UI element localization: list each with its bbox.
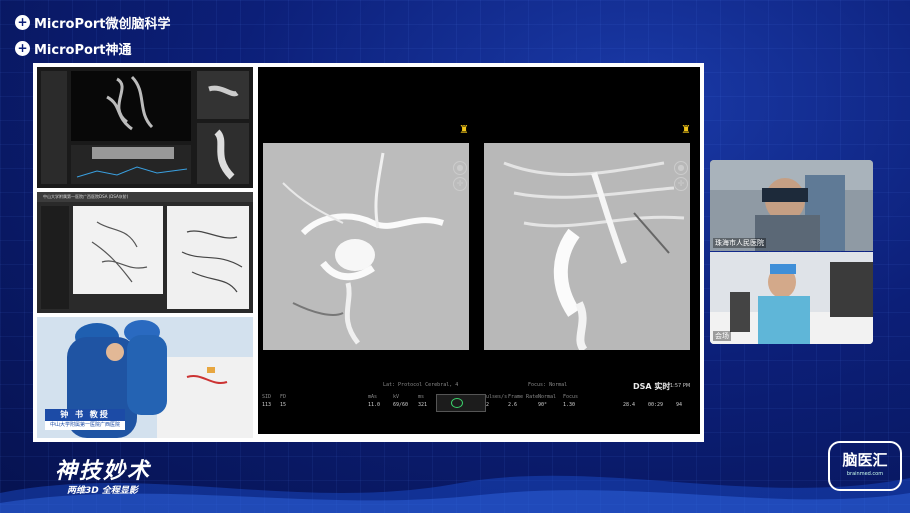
camera-label-venue: 会场: [713, 331, 731, 341]
surgeon-caption: 钟 书 教授 中山大学附属第一医院广西医院: [45, 409, 125, 433]
dsa-main-view[interactable]: ♜ ♜ ● ✛ ● ✛ Lat: Protocol Cerebral, 4 Fo…: [258, 67, 700, 434]
status-field: Frame Rate: [508, 394, 539, 400]
show-title: 神技妙术: [55, 459, 152, 484]
status-field: Pulses/s: [483, 394, 508, 400]
visibility-icon[interactable]: ●: [453, 161, 467, 175]
naoyihui-logo: 脑医汇 brainmed.com: [828, 441, 902, 491]
status-value: 69/60: [393, 402, 409, 408]
status-value: 28.4: [623, 402, 636, 408]
thumbnail-3d-workstation[interactable]: [37, 67, 253, 188]
angiogram-left[interactable]: ● ✛: [263, 143, 469, 350]
status-field: ms: [418, 394, 425, 400]
status-indicator-icon: [451, 398, 463, 408]
camera-feed-venue-image: [710, 252, 873, 344]
camera-label-zhuhai: 珠海市人民医院: [713, 238, 766, 248]
naoyihui-title: 脑医汇: [842, 451, 888, 469]
status-value: 90°: [538, 402, 548, 408]
brand-microport-shentong: + MicroPort神通: [15, 39, 132, 58]
status-field: SID: [262, 394, 272, 400]
status-value: 94: [676, 402, 683, 408]
status-value: 113: [262, 402, 272, 408]
workstation-screen-image: [37, 67, 253, 188]
dsa-capture-image: [37, 192, 253, 313]
brand-line1: MicroPort微创脑科学: [34, 17, 171, 32]
status-control-group[interactable]: [436, 394, 486, 412]
move-icon[interactable]: ✛: [453, 177, 467, 191]
reference-marker-icon: ♜: [681, 123, 691, 136]
brand-microport-brain: + MicroPort微创脑科学: [15, 13, 171, 32]
thumbnail-operating-room[interactable]: 钟 书 教授 中山大学附属第一医院广西医院: [37, 317, 253, 438]
surgeon-org: 中山大学附属第一医院广西医院: [45, 421, 125, 430]
status-field: FD: [280, 394, 287, 400]
naoyihui-url: brainmed.com: [846, 471, 884, 477]
main-broadcast-frame: 中山大学附属第一医院广西医院DSA (DSA灰阶) 钟 书 教授 中山大学附属第…: [33, 63, 704, 442]
angiogram-left-image: [263, 143, 469, 350]
dsa-mode-label: DSA 实时: [633, 382, 671, 391]
angiogram-right[interactable]: ● ✛: [484, 143, 690, 350]
dsa-capture-header: 中山大学附属第一医院广西医院DSA (DSA灰阶): [43, 194, 129, 199]
status-field: Normal: [538, 394, 557, 400]
surgeon-name: 钟 书 教授: [45, 409, 125, 421]
brand-line2: MicroPort神通: [34, 43, 132, 58]
status-value: 15: [280, 402, 287, 408]
microport-logo-icon: +: [15, 15, 30, 30]
status-value: 00:29: [648, 402, 664, 408]
visibility-icon[interactable]: ●: [674, 161, 688, 175]
status-value: 1.30: [563, 402, 576, 408]
status-focus-label: Focus: Normal: [528, 382, 568, 388]
reference-marker-icon: ♜: [459, 123, 469, 136]
status-value: 11.0: [368, 402, 381, 408]
status-value: 321: [418, 402, 428, 408]
status-mid-label: Lat: Protocol Cerebral, 4: [383, 382, 459, 388]
move-icon[interactable]: ✛: [674, 177, 688, 191]
camera-feed-zhuhai[interactable]: 珠海市人民医院: [710, 160, 873, 251]
status-value: 2.6: [508, 402, 518, 408]
status-field: kV: [393, 394, 400, 400]
status-field: Focus: [563, 394, 579, 400]
angiogram-right-image: [484, 143, 690, 350]
thumbnail-dsa-capture[interactable]: 中山大学附属第一医院广西医院DSA (DSA灰阶): [37, 192, 253, 313]
camera-feed-venue[interactable]: 会场: [710, 252, 873, 344]
dsa-time-label: 1:57 PM: [670, 383, 691, 389]
show-branding: 神技妙术 两维3D 全程显影: [55, 453, 151, 496]
status-field: mAs: [368, 394, 378, 400]
microport-logo-icon: +: [15, 41, 30, 56]
